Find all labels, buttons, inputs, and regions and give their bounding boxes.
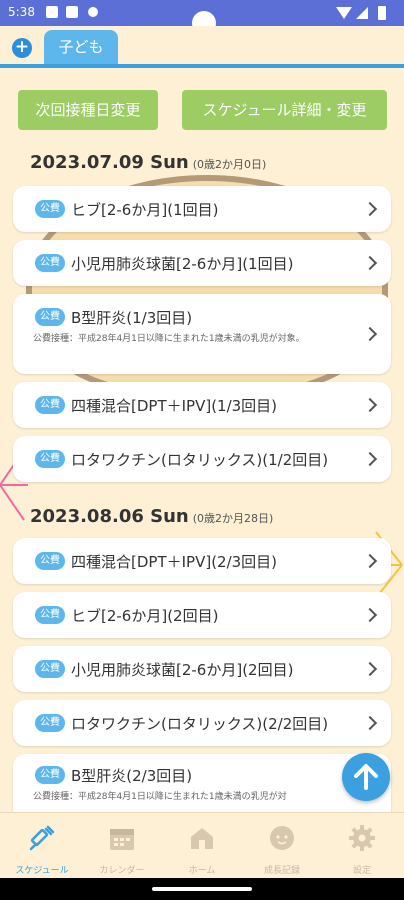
chevron-right-icon	[362, 607, 378, 623]
schedule-date: 2023.08.06 Sun (0歳2か月28日)	[30, 506, 274, 527]
notification-icon	[88, 7, 98, 17]
child-tab-bar: + 子ども	[0, 26, 404, 68]
wifi-icon	[336, 7, 352, 19]
system-navigation-bar	[0, 878, 404, 900]
scroll-to-top-button[interactable]	[342, 753, 390, 801]
calendar-icon	[110, 829, 134, 850]
public-funding-badge: 公費	[35, 766, 65, 784]
chevron-right-icon	[362, 553, 378, 569]
vaccine-title: ロタワクチン(ロタリックス)(1/2回目)	[71, 451, 329, 469]
signal-icon	[356, 7, 368, 19]
nav-calendar[interactable]: カレンダー	[82, 813, 162, 879]
nav-label: ホーム	[188, 866, 216, 876]
nav-settings[interactable]: 設定	[322, 813, 402, 879]
tab-underline	[0, 64, 404, 68]
vaccine-title: 四種混合[DPT＋IPV](2/3回目)	[71, 553, 278, 571]
nav-label: カレンダー	[99, 866, 145, 876]
chevron-right-icon	[362, 201, 378, 217]
public-funding-badge: 公費	[35, 200, 65, 218]
change-next-date-button[interactable]: 次回接種日変更	[18, 90, 158, 130]
vaccine-card[interactable]: 公費 ヒブ[2-6か月](2回目)	[13, 592, 391, 638]
vaccine-card[interactable]: 公費 四種混合[DPT＋IPV](2/3回目)	[13, 538, 391, 584]
chevron-right-icon	[362, 255, 378, 271]
age-label: (0歳2か月28日)	[192, 512, 274, 525]
arrow-up-icon	[354, 764, 378, 790]
home-gesture-handle[interactable]	[152, 887, 252, 891]
vaccine-title: B型肝炎(2/3回目)	[71, 767, 193, 785]
public-funding-badge: 公費	[35, 254, 65, 272]
gear-icon	[349, 825, 375, 851]
chevron-right-icon	[362, 715, 378, 731]
syringe-icon	[29, 825, 55, 851]
public-funding-badge: 公費	[35, 552, 65, 570]
vaccine-card[interactable]: 公費 小児用肺炎球菌[2-6か月](1回目)	[13, 240, 391, 286]
vaccine-title: 小児用肺炎球菌[2-6か月](1回目)	[71, 255, 294, 273]
nav-growth[interactable]: 成長記録	[242, 813, 322, 879]
add-child-button[interactable]: +	[12, 38, 32, 58]
public-funding-badge: 公費	[35, 308, 65, 326]
home-icon	[191, 828, 213, 849]
battery-icon	[378, 6, 386, 20]
vaccine-title: ヒブ[2-6か月](1回目)	[71, 201, 219, 219]
public-funding-badge: 公費	[35, 396, 65, 414]
vaccine-title: 小児用肺炎球菌[2-6か月](2回目)	[71, 661, 294, 679]
public-funding-badge: 公費	[35, 450, 65, 468]
nav-schedule[interactable]: スケジュール	[2, 813, 82, 879]
vaccine-card[interactable]: 公費 B型肝炎(1/3回目) 公費接種：平成28年4月1日以降に生まれた1歳未満…	[13, 294, 391, 374]
nav-label: 成長記録	[263, 866, 300, 876]
chevron-right-icon	[362, 326, 378, 342]
chevron-right-icon	[362, 451, 378, 467]
vaccine-title: B型肝炎(1/3回目)	[71, 309, 193, 327]
notification-icon	[46, 6, 58, 18]
vaccine-title: ヒブ[2-6か月](2回目)	[71, 607, 219, 625]
vaccine-card[interactable]: 公費 ロタワクチン(ロタリックス)(2/2回目)	[13, 700, 391, 746]
vaccine-title: ロタワクチン(ロタリックス)(2/2回目)	[71, 715, 329, 733]
public-funding-badge: 公費	[35, 606, 65, 624]
status-time: 5:38	[8, 5, 35, 19]
vaccine-title: 四種混合[DPT＋IPV](1/3回目)	[71, 397, 278, 415]
notification-icon	[66, 6, 78, 18]
chevron-right-icon	[362, 397, 378, 413]
bottom-navigation: スケジュール カレンダー ホーム 成長記録 設定	[0, 812, 404, 879]
schedule-detail-button[interactable]: スケジュール詳細・変更	[182, 90, 387, 130]
vaccine-card[interactable]: 公費 四種混合[DPT＋IPV](1/3回目)	[13, 382, 391, 428]
vaccine-note: 公費接種：平成28年4月1日以降に生まれた1歳未満の乳児が対	[33, 792, 287, 802]
age-label: (0歳2か月0日)	[192, 158, 267, 171]
vaccine-note: 公費接種：平成28年4月1日以降に生まれた1歳未満の乳児が対象。	[33, 334, 305, 344]
vaccine-card[interactable]: 公費 ロタワクチン(ロタリックス)(1/2回目)	[13, 436, 391, 482]
nav-label: 設定	[352, 866, 371, 876]
schedule-date: 2023.07.09 Sun (0歳2か月0日)	[30, 152, 267, 173]
public-funding-badge: 公費	[35, 660, 65, 678]
tab-child[interactable]: 子ども	[44, 30, 118, 64]
public-funding-badge: 公費	[35, 714, 65, 732]
nav-label: スケジュール	[15, 866, 69, 876]
baby-face-icon	[270, 826, 294, 850]
vaccine-card[interactable]: 公費 小児用肺炎球菌[2-6か月](2回目)	[13, 646, 391, 692]
vaccine-card[interactable]: 公費 ヒブ[2-6か月](1回目)	[13, 186, 391, 232]
nav-home[interactable]: ホーム	[162, 813, 242, 879]
chevron-right-icon	[362, 661, 378, 677]
